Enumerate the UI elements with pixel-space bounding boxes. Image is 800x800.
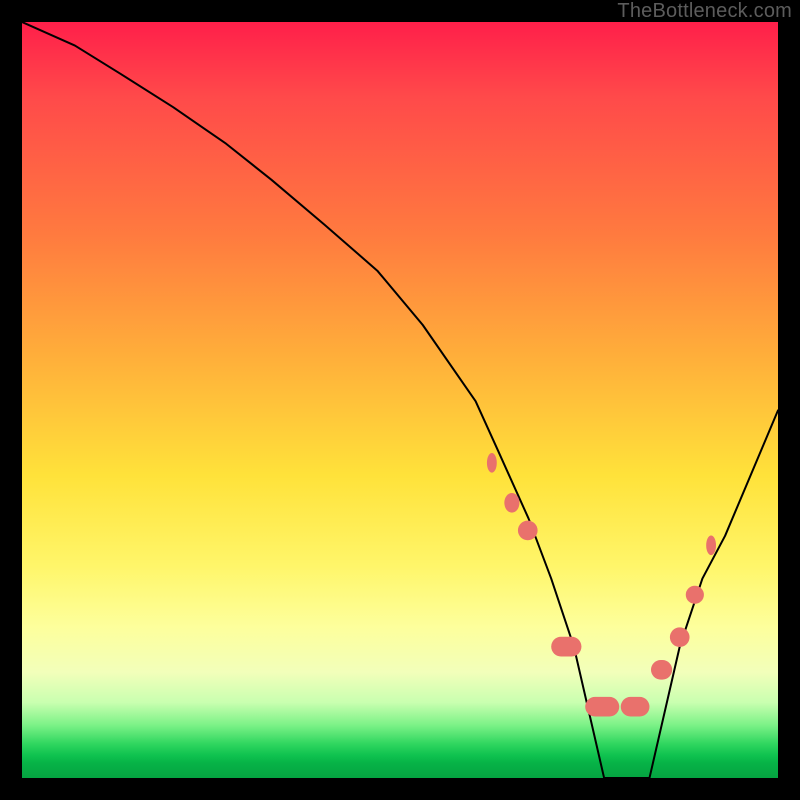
curve-marker-capsule — [706, 536, 716, 556]
curve-marker-capsule — [487, 453, 497, 473]
curve-marker-capsule — [504, 493, 519, 513]
chart-stage: TheBottleneck.com — [0, 0, 800, 800]
curve-marker-capsule — [621, 697, 650, 717]
curve-marker-dot — [686, 586, 704, 604]
curve-marker-dot — [518, 521, 538, 541]
chart-overlay-svg — [22, 22, 778, 778]
plot-area — [22, 22, 778, 778]
curve-marker-capsule — [585, 697, 619, 717]
curve-marker-dot — [670, 627, 690, 647]
curve-marker-capsule — [651, 660, 672, 680]
watermark-text: TheBottleneck.com — [617, 0, 792, 23]
marker-layer — [487, 453, 716, 717]
curve-marker-capsule — [551, 637, 581, 657]
